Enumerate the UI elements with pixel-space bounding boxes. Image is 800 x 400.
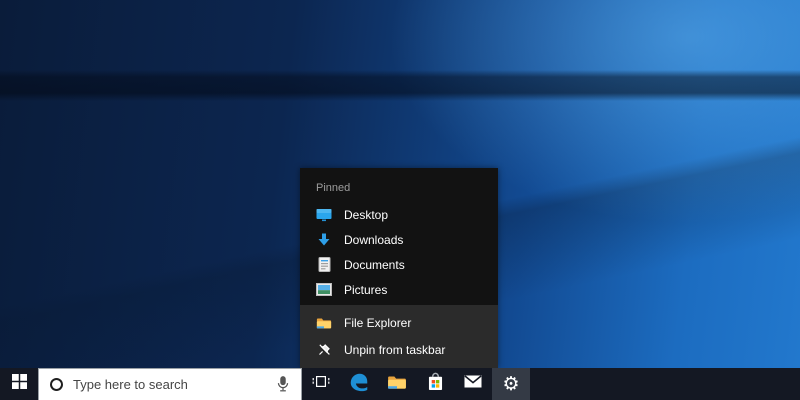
settings-button[interactable]: ⚙ (492, 368, 530, 400)
mail-icon (464, 375, 482, 393)
start-button[interactable] (0, 368, 38, 400)
file-explorer-icon (387, 374, 407, 395)
file-explorer-icon (316, 315, 332, 331)
jumplist-item-file-explorer[interactable]: File Explorer (300, 309, 498, 336)
jumplist-item-desktop[interactable]: Desktop (300, 202, 498, 227)
jumplist-item-label: Unpin from taskbar (344, 343, 445, 357)
documents-icon (316, 257, 332, 273)
jumplist-tasks-section: File Explorer Unpin from taskbar (300, 305, 498, 368)
search-input[interactable] (63, 377, 276, 392)
unpin-icon (316, 342, 332, 358)
desktop-icon (316, 207, 332, 223)
file-explorer-button[interactable] (378, 368, 416, 400)
windows-logo-icon (12, 374, 27, 394)
jumplist-item-label: Documents (344, 258, 405, 272)
settings-gear-icon: ⚙ (502, 375, 519, 394)
store-icon (427, 372, 444, 396)
jumplist-item-downloads[interactable]: Downloads (300, 227, 498, 252)
edge-icon (348, 371, 370, 398)
jumplist-item-pictures[interactable]: Pictures (300, 277, 498, 302)
jumplist-item-unpin[interactable]: Unpin from taskbar (300, 336, 498, 363)
jumplist-item-label: Downloads (344, 233, 403, 247)
cortana-circle-icon (50, 378, 63, 391)
taskbar: ⚙ (0, 368, 800, 400)
jumplist-item-documents[interactable]: Documents (300, 252, 498, 277)
jumplist-pinned-header: Pinned (300, 180, 498, 202)
mail-button[interactable] (454, 368, 492, 400)
task-view-icon (312, 374, 330, 394)
task-view-button[interactable] (302, 368, 340, 400)
jumplist-item-label: Desktop (344, 208, 388, 222)
jumplist-pinned-section: Pinned Desktop Downloads (300, 168, 498, 305)
pictures-icon (316, 282, 332, 298)
store-button[interactable] (416, 368, 454, 400)
taskbar-search-box[interactable] (38, 368, 302, 400)
jumplist-item-label: File Explorer (344, 316, 411, 330)
microphone-icon[interactable] (276, 376, 290, 393)
jumplist-item-label: Pictures (344, 283, 387, 297)
file-explorer-jumplist: Pinned Desktop Downloads (300, 168, 498, 368)
edge-button[interactable] (340, 368, 378, 400)
downloads-icon (316, 232, 332, 248)
